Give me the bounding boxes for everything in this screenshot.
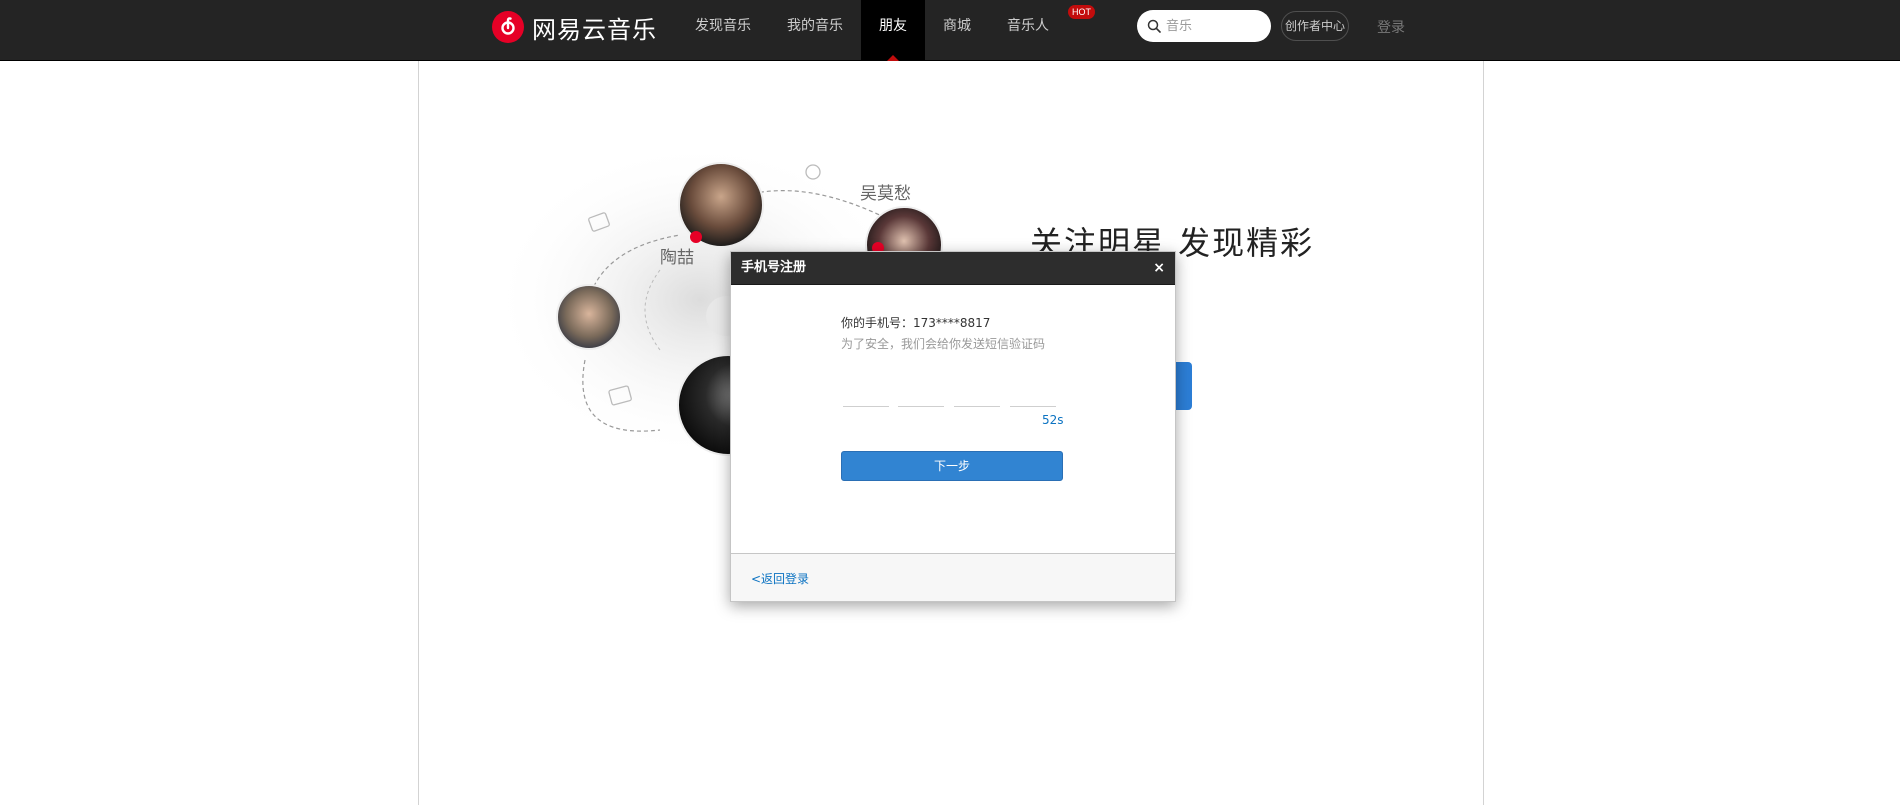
nav-item-musician-label: 音乐人 [1007,18,1049,34]
star-name-taozhe: 陶喆 [660,248,694,268]
nav-item-discover[interactable]: 发现音乐 [677,0,769,60]
resend-countdown: 52s [1042,413,1064,427]
netease-music-logo-icon [492,11,524,43]
back-to-login-link[interactable]: <返回登录 [751,570,809,587]
verification-code-box-1[interactable] [843,380,889,407]
phone-register-dialog: 手机号注册 × 你的手机号：173****8817 为了安全，我们会给你发送短信… [730,251,1176,602]
verification-code-box-3[interactable] [954,380,1000,407]
nav-item-musician[interactable]: 音乐人 HOT [989,0,1095,60]
nav-item-store[interactable]: 商城 [925,0,989,60]
login-link[interactable]: 登录 [1377,17,1405,37]
search-box[interactable] [1137,10,1271,42]
creator-center-button[interactable]: 创作者中心 [1281,11,1349,41]
star-name-wumochou: 吴莫愁 [860,184,911,204]
nav-item-friends[interactable]: 朋友 [861,0,925,61]
dialog-footer: <返回登录 [731,553,1175,601]
security-tip-text: 为了安全，我们会给你发送短信验证码 [841,337,1046,351]
brand-name: 网易云音乐 [532,15,657,44]
top-nav-bar: 网易云音乐 发现音乐 我的音乐 朋友 商城 音乐人 HOT 创作者中心 登录 [0,0,1900,61]
nav-item-my-music[interactable]: 我的音乐 [769,0,861,60]
close-icon[interactable]: × [1153,252,1165,284]
main-nav: 发现音乐 我的音乐 朋友 商城 音乐人 HOT [677,0,1095,61]
hot-badge: HOT [1068,5,1095,19]
next-step-button[interactable]: 下一步 [841,451,1063,481]
verification-code-box-4[interactable] [1010,380,1056,407]
dialog-title: 手机号注册 [741,260,807,275]
search-input[interactable] [1164,17,1268,35]
search-icon [1147,19,1161,33]
logo[interactable]: 网易云音乐 [492,10,657,44]
verification-code-box-2[interactable] [898,380,944,407]
phone-number-text: 你的手机号：173****8817 [841,316,991,330]
dialog-header: 手机号注册 × [731,252,1175,285]
